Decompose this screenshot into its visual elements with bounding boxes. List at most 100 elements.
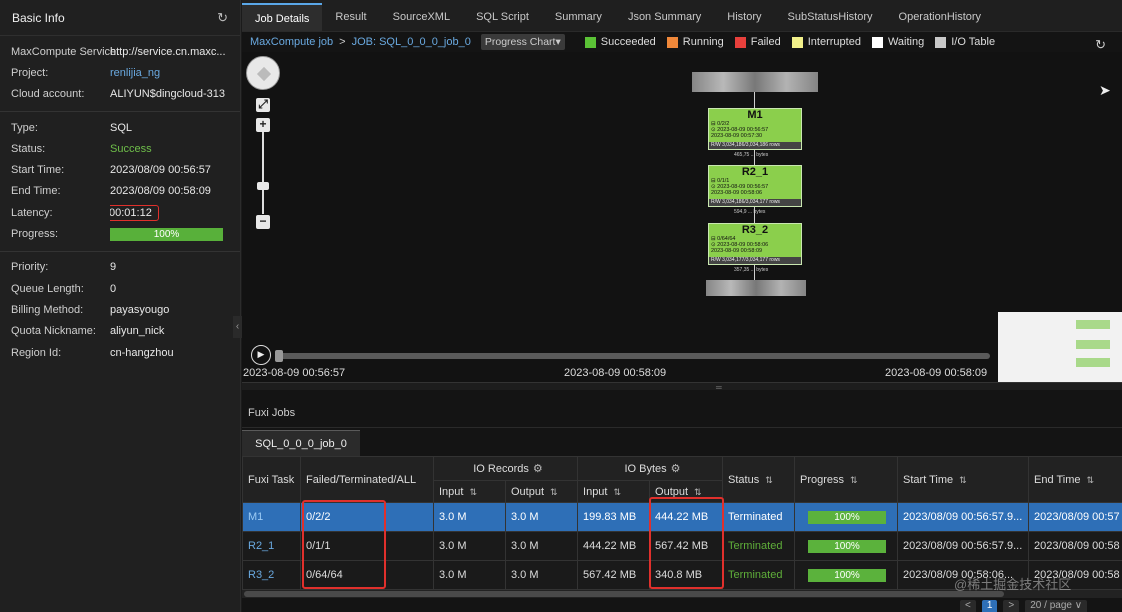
gear-icon[interactable]: ⚙ bbox=[671, 463, 681, 475]
timeline-slider[interactable] bbox=[276, 353, 990, 359]
breadcrumb-root-link[interactable]: MaxCompute job bbox=[250, 36, 333, 48]
page-1-button[interactable]: 1 bbox=[981, 600, 998, 612]
project-label: Project: bbox=[11, 66, 49, 79]
priority-label: Priority: bbox=[11, 261, 49, 274]
basic-info-title: Basic Info bbox=[12, 10, 65, 25]
progress-cell: 100% bbox=[794, 560, 899, 590]
start-time-label: Start Time: bbox=[11, 164, 65, 177]
breadcrumb-job-link[interactable]: JOB: SQL_0_0_0_job_0 bbox=[352, 36, 471, 48]
refresh-icon[interactable]: ↻ bbox=[217, 10, 228, 26]
status-value: Success bbox=[110, 142, 152, 155]
pan-control-icon[interactable] bbox=[246, 56, 280, 90]
tab-json-summary[interactable]: Json Summary bbox=[615, 3, 714, 31]
records-output-cell: 3.0 M bbox=[504, 531, 579, 561]
col-bytes-input[interactable]: Input ⇅ bbox=[577, 480, 651, 503]
sort-icon[interactable]: ⇅ bbox=[1086, 475, 1094, 485]
timeline-start-label: 2023-08-09 00:56:57 bbox=[243, 367, 346, 379]
col-records-input[interactable]: Input ⇅ bbox=[433, 480, 506, 503]
tab-summary[interactable]: Summary bbox=[542, 3, 615, 31]
view-mode-select[interactable]: Progress Chart▾ bbox=[480, 34, 565, 50]
records-input-cell: 3.0 M bbox=[433, 560, 506, 590]
info-group-status: Type: SQL Status: Success Start Time: 2023/… bbox=[0, 112, 240, 252]
tab-result[interactable]: Result bbox=[322, 3, 379, 31]
legend-failed: Failed bbox=[734, 36, 781, 48]
progress-bar: 100% bbox=[808, 510, 887, 524]
progress-chart-canvas[interactable]: ⤢ + − M1 ⊟ 0/2/2 ⊙ 2023-08-09 00:56:57 2… bbox=[242, 52, 1122, 382]
tab-operation-history[interactable]: OperationHistory bbox=[886, 3, 995, 31]
bytes-input-cell: 567.42 MB bbox=[577, 560, 651, 590]
tab-sourcexml[interactable]: SourceXML bbox=[380, 3, 463, 31]
records-output-cell: 3.0 M bbox=[504, 560, 579, 590]
timeline-end-label: 2023-08-09 00:58:09 bbox=[885, 367, 988, 379]
quota-nickname-value: aliyun_nick bbox=[110, 325, 165, 338]
zoom-in-icon[interactable]: + bbox=[256, 118, 270, 132]
page-size-select[interactable]: 20 / page ∨ bbox=[1025, 600, 1088, 612]
end-time-label: End Time: bbox=[11, 185, 61, 198]
collapse-panel-icon[interactable]: ‹ bbox=[233, 316, 242, 338]
col-records-output[interactable]: Output ⇅ bbox=[504, 480, 579, 503]
play-icon[interactable]: ▶ bbox=[251, 345, 271, 365]
region-id-value: cn-hangzhou bbox=[110, 346, 174, 359]
sort-icon[interactable]: ⇅ bbox=[469, 487, 477, 497]
col-io-records: IO Records ⚙ bbox=[432, 456, 579, 481]
graph-node-r3-2[interactable]: R3_2 ⊟ 0/64/64 ⊙ 2023-08-09 00:58:06 202… bbox=[708, 223, 802, 265]
tab-sql-script[interactable]: SQL Script bbox=[463, 3, 542, 31]
graph-node-m1[interactable]: M1 ⊟ 0/2/2 ⊙ 2023-08-09 00:56:57 2023-08… bbox=[708, 108, 802, 150]
graph-minimap[interactable] bbox=[998, 312, 1122, 382]
billing-method-label: Billing Method: bbox=[11, 303, 84, 316]
tab-substatus-history[interactable]: SubStatusHistory bbox=[775, 3, 886, 31]
col-status[interactable]: Status ⇅ bbox=[722, 456, 796, 503]
service-label: MaxCompute Service: bbox=[11, 45, 120, 58]
prev-page-button[interactable]: < bbox=[960, 600, 976, 612]
tab-history[interactable]: History bbox=[714, 3, 774, 31]
sort-icon[interactable]: ⇅ bbox=[959, 475, 967, 485]
graph-edge bbox=[754, 265, 755, 280]
waiting-swatch bbox=[871, 36, 883, 48]
legend-io-table: I/O Table bbox=[935, 36, 995, 48]
zoom-slider-track[interactable] bbox=[262, 132, 264, 214]
zoom-out-icon[interactable]: − bbox=[256, 215, 270, 229]
next-page-button[interactable]: > bbox=[1003, 600, 1020, 612]
reload-icon[interactable]: ↻ bbox=[1095, 37, 1106, 53]
task-link[interactable]: R3_2 bbox=[242, 560, 301, 590]
queue-length-value: 0 bbox=[110, 282, 117, 295]
sort-icon[interactable]: ⇅ bbox=[694, 487, 702, 497]
panel-splitter[interactable]: ═ bbox=[242, 382, 1122, 392]
sort-icon[interactable]: ⇅ bbox=[550, 487, 558, 497]
col-start-time[interactable]: Start Time ⇅ bbox=[897, 456, 1030, 503]
zoom-slider-handle[interactable] bbox=[257, 182, 269, 190]
col-progress[interactable]: Progress ⇅ bbox=[794, 456, 899, 503]
gear-icon[interactable]: ⚙ bbox=[533, 463, 543, 475]
sort-icon[interactable]: ⇅ bbox=[765, 475, 773, 485]
end-time-cell: 2023/08/09 00:58 bbox=[1028, 531, 1122, 561]
progress-label: Progress: bbox=[11, 228, 59, 241]
interrupted-swatch bbox=[791, 36, 803, 48]
mouse-cursor-icon: ➤ bbox=[1099, 82, 1111, 98]
timeline-mid-label: 2023-08-09 00:58:09 bbox=[564, 367, 667, 379]
watermark: @稀土掘金技术社区 bbox=[954, 577, 1072, 592]
input-table-node[interactable] bbox=[692, 72, 818, 92]
task-link[interactable]: M1 bbox=[242, 502, 301, 532]
output-table-node[interactable] bbox=[706, 280, 806, 296]
col-end-time[interactable]: End Time ⇅ bbox=[1028, 456, 1122, 503]
records-input-cell: 3.0 M bbox=[433, 502, 506, 532]
type-value: SQL bbox=[110, 121, 133, 134]
task-link[interactable]: R2_1 bbox=[242, 531, 301, 561]
tab-job-details[interactable]: Job Details bbox=[242, 3, 323, 31]
running-swatch bbox=[666, 36, 678, 48]
status-cell: Terminated bbox=[722, 560, 796, 590]
graph-node-r2-1[interactable]: R2_1 ⊟ 0/1/1 ⊙ 2023-08-09 00:56:57 2023-… bbox=[708, 165, 802, 207]
latency-label: Latency: bbox=[11, 206, 53, 219]
basic-info-header: Basic Info ↻ bbox=[0, 0, 240, 36]
sort-icon[interactable]: ⇅ bbox=[850, 475, 858, 485]
billing-method-value: payasyougo bbox=[110, 303, 170, 316]
legend-succeeded: Succeeded bbox=[584, 36, 656, 48]
project-link[interactable]: renlijia_ng bbox=[110, 67, 240, 79]
timeline-handle[interactable] bbox=[275, 350, 283, 362]
breadcrumb: MaxCompute job > JOB: SQL_0_0_0_job_0 Pr… bbox=[242, 32, 1122, 52]
fit-view-icon[interactable]: ⤢ bbox=[256, 98, 270, 112]
sort-icon[interactable]: ⇅ bbox=[613, 487, 621, 497]
tab-fuxi-job[interactable]: SQL_0_0_0_job_0 bbox=[242, 430, 360, 456]
status-cell: Terminated bbox=[722, 502, 796, 532]
tab-bar: Job Details Result SourceXML SQL Script … bbox=[242, 0, 1122, 32]
